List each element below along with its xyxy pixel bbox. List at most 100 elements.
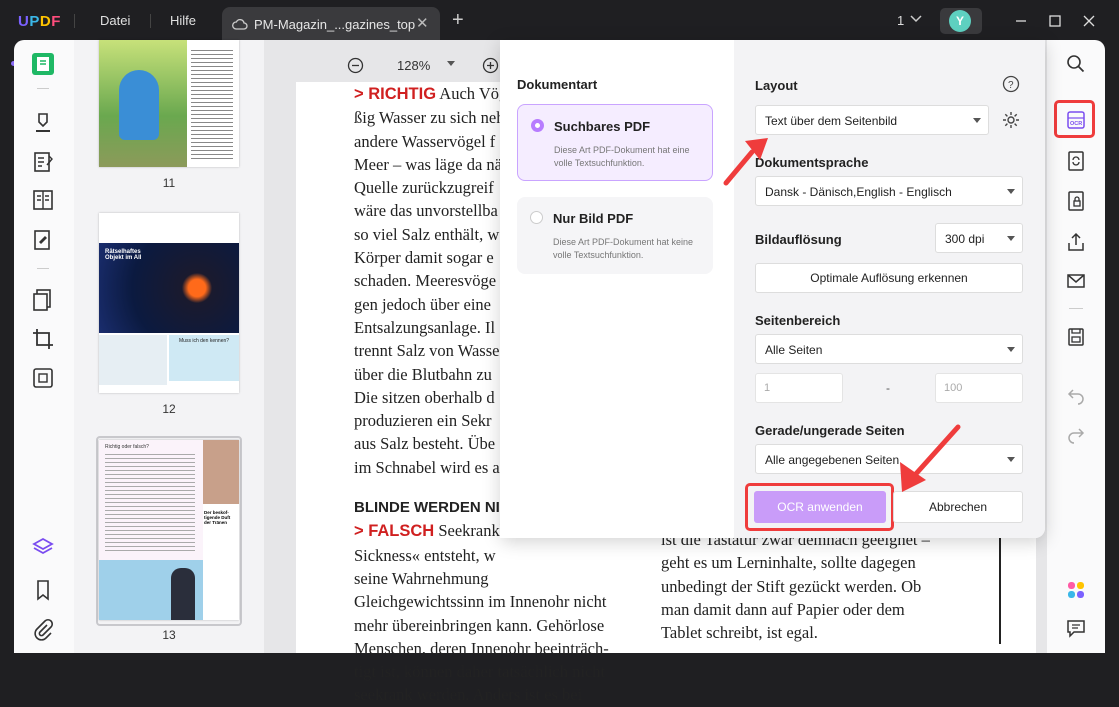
right-toolbar: OCR bbox=[1047, 40, 1105, 653]
ai-assistant-icon[interactable] bbox=[1066, 580, 1086, 600]
range-dash: - bbox=[886, 381, 890, 395]
avatar[interactable]: Y bbox=[949, 10, 971, 32]
page-number-13: 13 bbox=[162, 628, 176, 642]
text-line: Menschen, deren Innenohr beeinträch- bbox=[354, 638, 609, 658]
radio-selected[interactable] bbox=[531, 119, 544, 132]
bird-shape bbox=[119, 70, 159, 140]
divider bbox=[1069, 308, 1083, 309]
new-tab-icon[interactable]: + bbox=[452, 9, 464, 32]
undo-icon[interactable] bbox=[1066, 385, 1086, 405]
close-window-icon[interactable] bbox=[1080, 12, 1098, 30]
column-rule bbox=[999, 532, 1001, 644]
thumbnail-page-12[interactable]: Rätselhaftes Objekt im All Muss ich den … bbox=[99, 213, 239, 393]
thumb-13-side: Der beskof- tigende Duft der Tränen bbox=[204, 510, 231, 525]
page-number-12: 12 bbox=[162, 402, 176, 416]
chevron-down-icon[interactable] bbox=[910, 14, 922, 24]
menu-datei[interactable]: Datei bbox=[100, 13, 130, 28]
highlighter-icon[interactable] bbox=[31, 110, 55, 134]
range-to-input[interactable]: 100 bbox=[935, 373, 1023, 403]
option-searchable-pdf[interactable]: Suchbares PDF Diese Art PDF-Dokument hat… bbox=[517, 104, 713, 181]
option-image-desc: Diese Art PDF-Dokument hat keine volle T… bbox=[553, 237, 694, 260]
page-range-label: Seitenbereich bbox=[755, 313, 841, 328]
layout-select[interactable]: Text über dem Seitenbild bbox=[755, 105, 989, 135]
separator bbox=[150, 14, 151, 28]
ocr-settings-panel: Layout ? Text über dem Seitenbild Dokume… bbox=[734, 40, 1045, 538]
text-line: unbedingt der Stift gezückt werden. Ob bbox=[661, 576, 922, 596]
account-box[interactable]: Y bbox=[940, 8, 982, 34]
reader-icon[interactable] bbox=[31, 52, 55, 76]
crop-icon[interactable] bbox=[31, 327, 55, 351]
language-select[interactable]: Dansk - Dänisch,English - Englisch bbox=[755, 176, 1023, 206]
mail-icon[interactable] bbox=[1066, 271, 1086, 291]
page-range-select[interactable]: Alle Seiten bbox=[755, 334, 1023, 364]
comment-icon[interactable] bbox=[1066, 618, 1086, 638]
thumbnail-panel: 11 Rätselhaftes Objekt im All Muss ich d… bbox=[74, 40, 264, 653]
layers-icon[interactable] bbox=[31, 536, 55, 560]
radio-unselected[interactable] bbox=[530, 211, 543, 224]
help-icon[interactable]: ? bbox=[1002, 75, 1020, 93]
minimize-icon[interactable] bbox=[1012, 12, 1030, 30]
odd-even-label: Gerade/ungerade Seiten bbox=[755, 423, 905, 438]
zoom-dropdown-icon[interactable] bbox=[447, 61, 455, 66]
option-image-pdf[interactable]: Nur Bild PDF Diese Art PDF-Dokument hat … bbox=[517, 197, 713, 274]
thumb-heading: Rätselhaftes Objekt im All bbox=[105, 249, 142, 261]
face-photo bbox=[203, 440, 239, 504]
protect-icon[interactable] bbox=[1066, 191, 1086, 211]
range-to-value: 100 bbox=[944, 382, 963, 394]
zoom-in-icon[interactable] bbox=[482, 57, 499, 74]
option-searchable-desc: Diese Art PDF-Dokument hat eine volle Te… bbox=[554, 145, 690, 168]
option-image-title: Nur Bild PDF bbox=[553, 211, 634, 226]
bookmark-icon[interactable] bbox=[31, 578, 55, 602]
separator bbox=[74, 14, 75, 28]
updf-logo: UPDF bbox=[18, 13, 61, 30]
page-number-11: 11 bbox=[162, 176, 176, 190]
range-from-value: 1 bbox=[764, 382, 771, 394]
text-line: geht es um Lerninhalte, sollte dagegen bbox=[661, 553, 916, 573]
text-line: Tablet schreibt, ist egal. bbox=[661, 623, 818, 643]
form-icon[interactable] bbox=[31, 188, 55, 212]
text-column-right: ist die Tastatur zwar demnach geeignet –… bbox=[661, 528, 930, 644]
share-icon[interactable] bbox=[1066, 232, 1086, 252]
text-line: tigt ist, können daher tatsächlich nicht bbox=[354, 662, 606, 682]
edit-text-icon[interactable] bbox=[31, 150, 55, 174]
cancel-button[interactable]: Abbrechen bbox=[893, 491, 1023, 523]
redo-icon[interactable] bbox=[1066, 424, 1086, 444]
search-icon[interactable] bbox=[1066, 54, 1086, 74]
save-icon[interactable] bbox=[1066, 327, 1086, 347]
layout-value: Text über dem Seitenbild bbox=[765, 114, 898, 128]
page-count: 1 bbox=[897, 13, 905, 28]
text-line: Gleichgewichtssinn im Innenohr nicht bbox=[354, 592, 607, 612]
convert-pdf-icon[interactable] bbox=[1066, 151, 1086, 171]
zoom-level[interactable]: 128% bbox=[397, 58, 430, 73]
tab-title: PM-Magazin_...gazines_top bbox=[254, 17, 416, 32]
odd-even-select[interactable]: Alle angegebenen Seiten bbox=[755, 444, 1023, 474]
menu-hilfe[interactable]: Hilfe bbox=[170, 13, 196, 28]
svg-text:?: ? bbox=[1008, 80, 1014, 91]
maximize-icon[interactable] bbox=[1046, 12, 1064, 30]
text-line: mehr übereinbringen kann. Gehörlose bbox=[354, 615, 605, 635]
resolution-select[interactable]: 300 dpi bbox=[935, 223, 1023, 253]
svg-text:OCR: OCR bbox=[1070, 121, 1082, 127]
close-tab-icon[interactable]: ✕ bbox=[416, 14, 429, 32]
ocr-dialog: Dokumentart Suchbares PDF Diese Art PDF-… bbox=[500, 40, 1045, 538]
apply-ocr-button[interactable]: OCR anwenden bbox=[754, 491, 886, 523]
organize-icon[interactable] bbox=[31, 228, 55, 252]
document-tab[interactable]: PM-Magazin_...gazines_top ✕ bbox=[222, 7, 440, 42]
text-line: Seekrankh bbox=[434, 521, 509, 541]
text-line: seine Wahrnehmung bbox=[354, 568, 489, 588]
odd-even-value: Alle angegebenen Seiten bbox=[765, 453, 900, 467]
text-line: seekrank werden. Anders ist es bei bbox=[354, 685, 583, 705]
pages-icon[interactable] bbox=[31, 288, 55, 312]
thumbnail-page-13[interactable]: Richtig oder falsch? Der beskof- tigende… bbox=[99, 440, 239, 620]
gear-icon[interactable] bbox=[1001, 110, 1021, 130]
attachment-icon[interactable] bbox=[31, 618, 55, 642]
title-bar: UPDF Datei Hilfe PM-Magazin_...gazines_t… bbox=[0, 0, 1119, 42]
resolution-value: 300 dpi bbox=[945, 232, 985, 246]
thumbnail-page-11[interactable] bbox=[99, 40, 239, 167]
layout-label: Layout bbox=[755, 78, 798, 93]
convert-icon[interactable] bbox=[31, 366, 55, 390]
range-from-input[interactable]: 1 bbox=[755, 373, 843, 403]
zoom-out-icon[interactable] bbox=[347, 57, 364, 74]
ocr-icon[interactable]: OCR bbox=[1066, 110, 1086, 130]
detect-resolution-button[interactable]: Optimale Auflösung erkennen bbox=[755, 263, 1023, 293]
